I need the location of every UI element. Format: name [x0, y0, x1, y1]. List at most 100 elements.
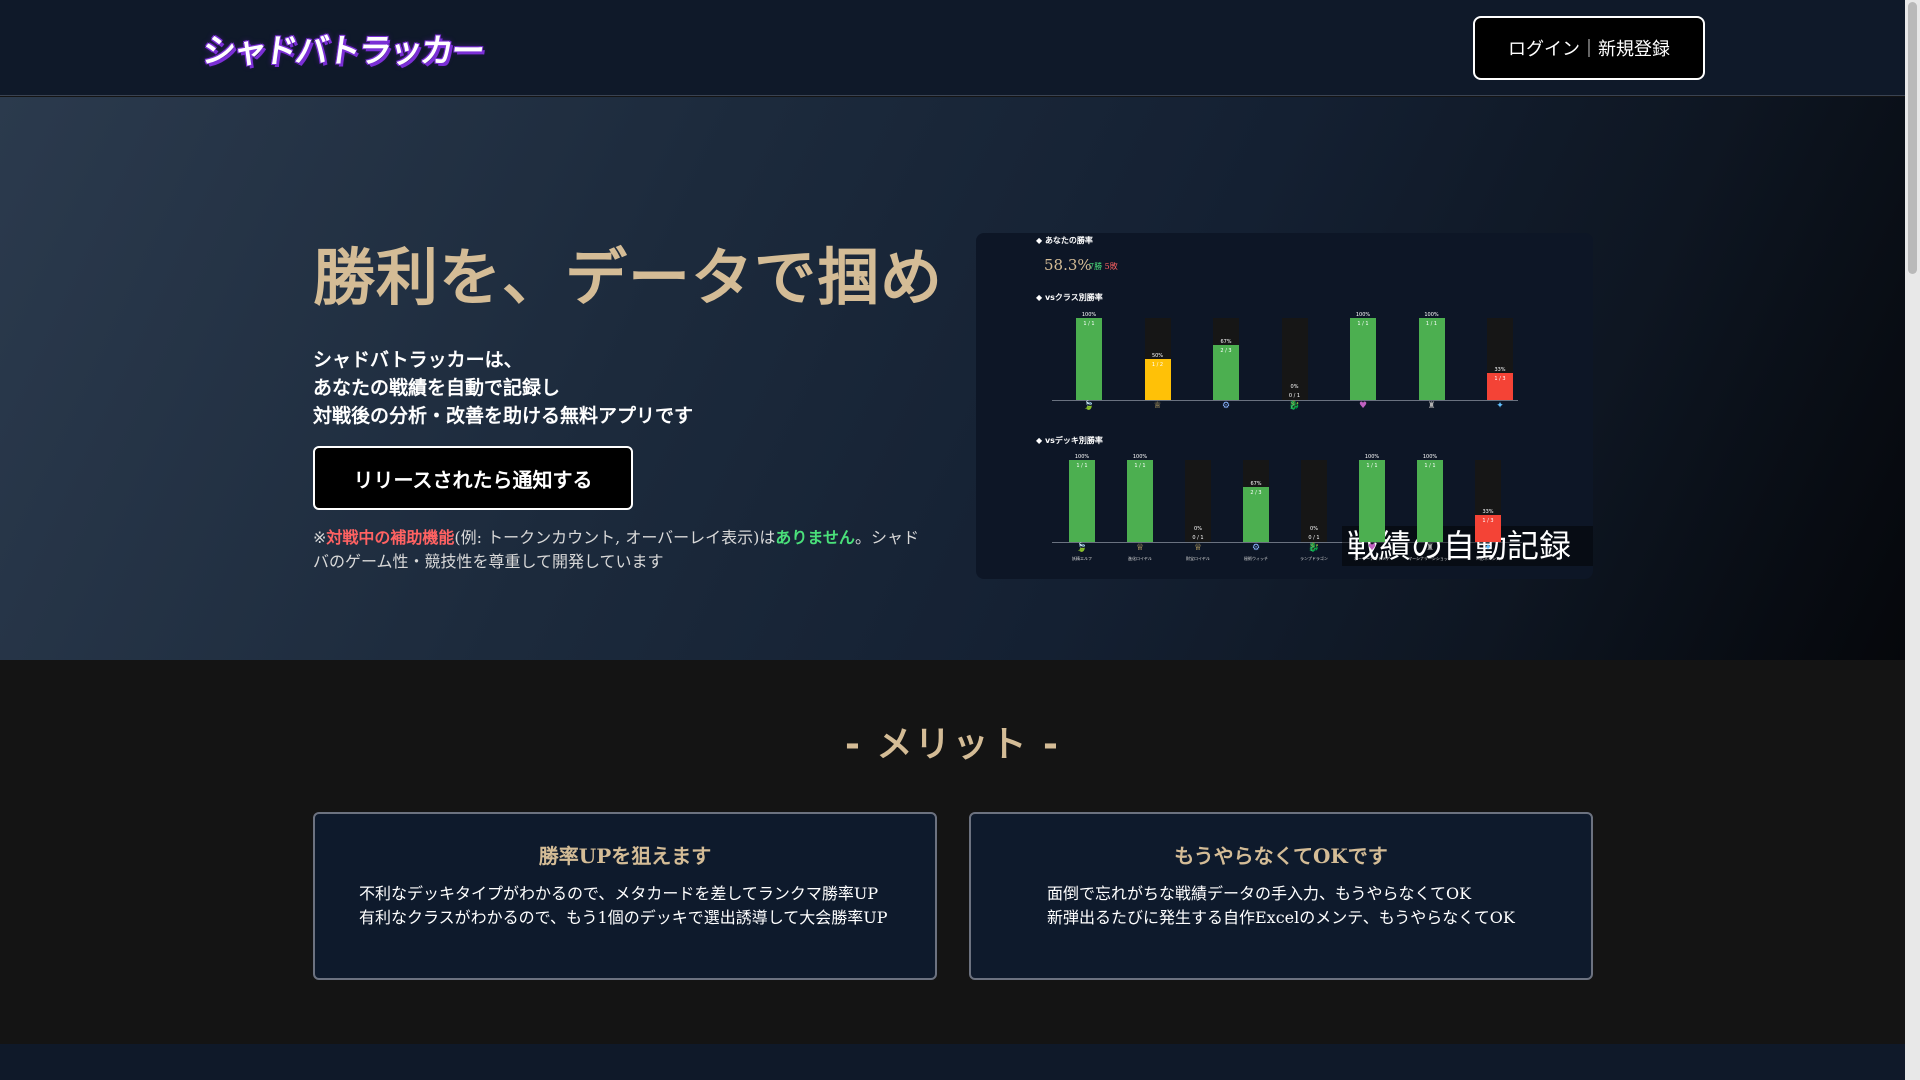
class-icon: ⚙ — [1221, 401, 1231, 411]
deck-name-label: 進化ロイヤル — [1128, 556, 1152, 561]
class-icon: 🍃 — [1083, 401, 1095, 411]
winrate-bar-record: 2 / 3 — [1220, 348, 1232, 355]
class-icon: ♜ — [1427, 401, 1436, 411]
winrate-bar-record: 1 / 1 — [1083, 321, 1095, 327]
scrollbar-thumb[interactable] — [1908, 2, 1917, 274]
class-icon: ⚙ — [1251, 543, 1261, 553]
notify-on-release-button[interactable]: リリースされたら通知する — [313, 446, 633, 510]
merit-card-title: 勝率UPを狙えます — [538, 844, 712, 868]
winrate-bar: 0% 0 / 1 — [1301, 460, 1327, 542]
winrate-bar: 100% 1 / 1 — [1127, 454, 1153, 542]
overall-win-loss: 7勝 5敗 — [1089, 261, 1118, 272]
hero-description-line: シャドバトラッカーは、 — [313, 349, 523, 371]
winrate-bar-record: 0 / 1 — [1192, 535, 1204, 542]
page-scrollbar[interactable] — [1905, 0, 1920, 1080]
merit-card-no-manual-work: もうやらなくてOKです 面倒で忘れがちな戦績データの手入力、もうやらなくてOK … — [969, 812, 1593, 980]
deck-name-label: 財宝ロイヤル — [1186, 556, 1210, 561]
hero-description-line: 対戦後の分析・改善を助ける無料アプリです — [313, 405, 694, 427]
class-icon: ✦ — [1484, 543, 1492, 553]
hero-title: 勝利を、データで掴め — [313, 241, 944, 314]
class-icon: ♕ — [1135, 543, 1145, 553]
winrate-bar: 0% 0 / 1 — [1185, 460, 1211, 542]
merit-card-line: 面倒で忘れがちな戦績データの手入力、もうやらなくてOK — [1047, 884, 1472, 903]
winrate-bar-percent: 67% — [1250, 481, 1262, 488]
deck-name-label: マーシナリーシショップ — [1408, 556, 1452, 561]
winrate-bar-percent: 100% — [1081, 312, 1097, 318]
winrate-bar: 67% 2 / 3 — [1213, 318, 1239, 400]
merit-card-line: 有利なクラスがわかるので、もう1個のデッキで選出誘導して大会勝率UP — [359, 908, 888, 927]
winrate-bar-fill — [1350, 318, 1376, 400]
login-signup-button[interactable]: ログイン｜新規登録 — [1473, 16, 1705, 80]
note-prefix: ※ — [313, 528, 327, 547]
deck-name-label: 秘術ウィッチ — [1244, 556, 1268, 561]
deck-name-label: ランプドラゴン — [1300, 556, 1328, 561]
deck-name-label: 人形ネメシス — [1476, 556, 1500, 561]
winrate-bar-percent: 50% — [1151, 353, 1164, 359]
class-icon: ♥ — [1367, 543, 1377, 553]
winrate-bar-fill — [1417, 460, 1443, 542]
winrate-bar-record: 2 / 3 — [1250, 490, 1262, 497]
winrate-bar-record: 1 / 1 — [1425, 321, 1438, 327]
overall-rate-label: ◆ あなたの勝率 — [1036, 236, 1093, 245]
winrate-bar: 33% 1 / 3 — [1487, 318, 1513, 400]
winrate-bar-record: 1 / 1 — [1076, 463, 1088, 469]
class-icon: ♥ — [1358, 401, 1368, 411]
winrate-bar: 100% 1 / 1 — [1076, 312, 1102, 400]
winrate-bar-record: 1 / 2 — [1151, 362, 1164, 368]
winrate-bar: 100% 1 / 1 — [1350, 312, 1376, 400]
site-header: シャドバトラッカー ログイン｜新規登録 — [0, 0, 1905, 96]
winrate-bar-record: 0 / 1 — [1288, 393, 1301, 400]
winrate-bar-percent: 67% — [1220, 339, 1232, 346]
note-highlight-red: 対戦中の補助機能 — [326, 528, 455, 547]
winrate-bar: 100% 1 / 1 — [1418, 312, 1445, 400]
winrate-bar-percent: 100% — [1132, 454, 1148, 460]
winrate-bar-fill — [1418, 318, 1445, 400]
merit-card-line: 新弾出るたびに発生する自作Excelのメンテ、もうやらなくてOK — [1047, 908, 1515, 927]
winrate-bar-record: 1 / 3 — [1482, 517, 1494, 524]
note-highlight-green: ありません — [775, 528, 855, 547]
winrate-bar: 33% 1 / 3 — [1475, 460, 1501, 542]
deck-rate-label: ◆ vsデッキ別勝率 — [1036, 436, 1103, 445]
class-icon: 🐉 — [1308, 543, 1320, 553]
merit-card-body: 不利なデッキタイプがわかるので、メタカードを差してランクマ勝率UP 有利なクラス… — [359, 882, 888, 930]
stats-preview-image: ◆ あなたの勝率 58.3% 7勝 5敗 ◆ vsクラス別勝率 ◆ vsデッキ別… — [976, 233, 1593, 579]
deck-name-label: ホーリーナイトメア — [1354, 556, 1390, 561]
disclaimer-note: ※対戦中の補助機能(例: トークンカウント, オーバーレイ表示)はありません。シ… — [313, 526, 933, 574]
note-middle: (例: トークンカウント, オーバーレイ表示)は — [454, 528, 776, 547]
merit-card-line: 不利なデッキタイプがわかるので、メタカードを差してランクマ勝率UP — [359, 884, 879, 903]
winrate-bar-percent: 100% — [1074, 454, 1090, 460]
merit-section-title: - メリット - — [845, 724, 1060, 765]
hero-description-line: あなたの戦績を自動で記録し — [313, 377, 561, 399]
winrate-bar-percent: 33% — [1494, 366, 1506, 373]
deck-name-label: 妖精エルフ — [1072, 556, 1092, 561]
winrate-bar: 100% 1 / 1 — [1359, 454, 1385, 542]
winrate-bar: 100% 1 / 1 — [1417, 454, 1443, 542]
winrate-bar-fill — [1127, 460, 1153, 542]
winrate-bar-percent: 100% — [1364, 454, 1380, 460]
winrate-bar-fill — [1069, 460, 1095, 542]
merit-card-winrate: 勝率UPを狙えます 不利なデッキタイプがわかるので、メタカードを差してランクマ勝… — [313, 812, 937, 980]
class-icon: ♕ — [1153, 401, 1162, 411]
winrate-bar-percent: 100% — [1355, 312, 1371, 318]
hero-section: 勝利を、データで掴め シャドバトラッカーは、 あなたの戦績を自動で記録し 対戦後… — [0, 97, 1905, 660]
overall-rate-value: 58.3% — [1044, 256, 1092, 274]
winrate-bar: 0% 0 / 1 — [1281, 318, 1308, 400]
winrate-bar-record: 0 / 1 — [1308, 535, 1320, 542]
winrate-bar-record: 1 / 1 — [1357, 321, 1369, 327]
winrate-bar-percent: 0% — [1194, 526, 1202, 533]
winrate-bar: 100% 1 / 1 — [1069, 454, 1095, 542]
site-logo[interactable]: シャドバトラッカー — [200, 27, 485, 70]
winrate-bar-record: 1 / 1 — [1134, 463, 1146, 469]
winrate-bar-fill — [1076, 318, 1102, 400]
logo-text: シャドバトラッカー — [199, 31, 486, 70]
winrate-bar-percent: 100% — [1422, 454, 1438, 460]
wins-count: 7勝 — [1089, 262, 1103, 271]
class-icon: ✦ — [1496, 401, 1504, 411]
next-section-band — [0, 1044, 1905, 1080]
winrate-bar: 50% 1 / 2 — [1144, 318, 1171, 400]
winrate-bar-percent: 0% — [1310, 526, 1318, 533]
class-icon: 🍃 — [1076, 543, 1088, 553]
winrate-bar-percent: 0% — [1290, 384, 1299, 391]
hero-description: シャドバトラッカーは、 あなたの戦績を自動で記録し 対戦後の分析・改善を助ける無… — [313, 346, 693, 430]
winrate-bar-percent: 100% — [1424, 312, 1439, 318]
